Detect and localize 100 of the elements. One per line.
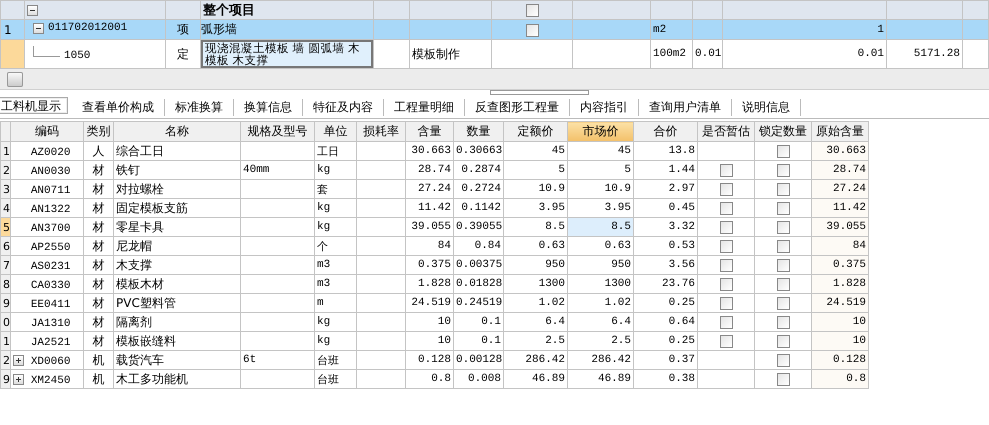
quota-price-cell: 1.02 bbox=[538, 297, 565, 309]
checkbox[interactable] bbox=[776, 221, 790, 234]
quota-price-cell: 950 bbox=[545, 259, 565, 271]
market-price-cell: 10.9 bbox=[604, 183, 631, 195]
content-cell: 28.74 bbox=[418, 164, 451, 176]
checkbox[interactable] bbox=[720, 164, 732, 178]
column-header[interactable]: 规格及型号 bbox=[240, 122, 314, 142]
splitter-handle[interactable] bbox=[490, 90, 589, 95]
total-cell: 3.32 bbox=[668, 221, 695, 233]
tab[interactable]: 说明信息 bbox=[732, 99, 801, 116]
name-cell: 零星卡具 bbox=[116, 220, 164, 234]
checkbox[interactable] bbox=[526, 4, 538, 18]
total-cell: 13.8 bbox=[668, 145, 695, 157]
checkbox[interactable] bbox=[776, 354, 790, 368]
quantity-cell: 0.24519 bbox=[456, 297, 502, 309]
spec-cell: 40mm bbox=[243, 164, 270, 176]
column-header[interactable]: 合价 bbox=[634, 122, 698, 142]
quota-price-cell: 45 bbox=[552, 145, 565, 157]
column-header[interactable]: 市场价 bbox=[568, 122, 634, 142]
total-cell: 0.64 bbox=[668, 316, 695, 328]
column-header[interactable]: 含量 bbox=[406, 122, 454, 142]
quantity-cell: 0.1142 bbox=[461, 202, 501, 214]
column-header[interactable]: 定额价 bbox=[504, 122, 568, 142]
quota-price-cell: 0.63 bbox=[538, 240, 565, 252]
column-header[interactable]: 名称 bbox=[114, 122, 240, 142]
checkbox[interactable] bbox=[720, 183, 732, 196]
checkbox[interactable] bbox=[776, 259, 790, 272]
column-header[interactable]: 损耗率 bbox=[356, 122, 406, 142]
checkbox[interactable] bbox=[720, 335, 732, 348]
checkbox[interactable] bbox=[720, 278, 732, 292]
collapse-icon[interactable] bbox=[33, 22, 44, 34]
tab[interactable]: 内容指引 bbox=[570, 99, 639, 116]
market-price-cell: 2.5 bbox=[611, 335, 631, 347]
checkbox[interactable] bbox=[720, 240, 732, 254]
tab[interactable]: 标准换算 bbox=[165, 99, 234, 116]
code-cell: 1050 bbox=[64, 50, 90, 62]
column-header[interactable]: 类别 bbox=[84, 122, 114, 142]
name-cell: 隔离剂 bbox=[116, 314, 152, 328]
column-header[interactable]: 数量 bbox=[454, 122, 504, 142]
checkbox[interactable] bbox=[776, 278, 790, 292]
expand-icon[interactable] bbox=[13, 355, 24, 366]
code-cell: AP2550 bbox=[30, 242, 70, 254]
quantity-cell: 0.2724 bbox=[461, 183, 501, 195]
column-header[interactable]: 是否暂估 bbox=[698, 122, 754, 142]
category-cell: 材 bbox=[92, 220, 104, 234]
market-price-cell: 950 bbox=[611, 259, 631, 271]
unit-cell: m bbox=[317, 297, 324, 309]
content-cell: 84 bbox=[438, 240, 451, 252]
code-cell: AN0711 bbox=[30, 184, 70, 196]
tab[interactable]: 工料机显示 bbox=[0, 97, 68, 114]
expand-icon[interactable] bbox=[13, 374, 24, 386]
code-cell: AN0030 bbox=[30, 166, 70, 178]
market-price-cell: 45 bbox=[618, 145, 631, 157]
original-content-cell: 0.375 bbox=[832, 259, 866, 271]
total-cell: 0.37 bbox=[668, 354, 695, 366]
tab[interactable]: 查询用户清单 bbox=[639, 99, 732, 116]
checkbox[interactable] bbox=[776, 202, 790, 216]
tab[interactable]: 换算信息 bbox=[234, 99, 303, 116]
tab[interactable]: 查看单价构成 bbox=[72, 99, 165, 116]
checkbox[interactable] bbox=[720, 259, 732, 272]
checkbox[interactable] bbox=[776, 373, 790, 386]
checkbox[interactable] bbox=[776, 316, 790, 330]
grid-row[interactable]: 1 011702012001 项 弧形墙 m2 1 bbox=[0, 20, 988, 40]
quantity-cell: 0.2874 bbox=[461, 164, 501, 176]
checkbox[interactable] bbox=[720, 221, 732, 234]
column-header[interactable]: 单位 bbox=[314, 122, 356, 142]
quantity-cell: 1 bbox=[877, 24, 884, 36]
total-cell: 0.25 bbox=[668, 297, 695, 309]
name-cell: 木工多功能机 bbox=[116, 372, 188, 386]
checkbox[interactable] bbox=[776, 240, 790, 254]
checkbox[interactable] bbox=[776, 297, 790, 310]
row-number: 7 bbox=[0, 256, 10, 274]
scroll-button[interactable] bbox=[7, 72, 23, 86]
original-content-cell: 10 bbox=[852, 335, 866, 347]
collapse-icon[interactable] bbox=[27, 5, 38, 16]
checkbox[interactable] bbox=[776, 335, 790, 348]
checkbox[interactable] bbox=[720, 297, 732, 310]
total-cell: 0.25 bbox=[668, 335, 695, 347]
tab[interactable]: 反查图形工程量 bbox=[465, 99, 570, 116]
column-header[interactable]: 编码 bbox=[10, 122, 84, 142]
tab[interactable]: 工程量明细 bbox=[384, 99, 465, 116]
name-input-field[interactable]: 现浇混凝土模板 墙 圆弧墙 木模板 木支撑 bbox=[202, 40, 372, 68]
name-cell: 模板木材 bbox=[116, 276, 164, 290]
row-number: 9 bbox=[0, 294, 10, 312]
content-cell: 11.42 bbox=[418, 202, 451, 214]
checkbox[interactable] bbox=[776, 164, 790, 178]
checkbox[interactable] bbox=[720, 316, 732, 330]
checkbox[interactable] bbox=[526, 24, 538, 37]
content-cell: 模板制作 bbox=[412, 46, 460, 60]
column-header[interactable]: 锁定数量 bbox=[754, 122, 812, 142]
unit-cell: 100m2 bbox=[653, 48, 686, 60]
quantity-cell: 0.84 bbox=[474, 240, 501, 252]
tab[interactable]: 特征及内容 bbox=[303, 99, 384, 116]
unit-cell: m3 bbox=[317, 278, 330, 290]
code-cell: AN3700 bbox=[30, 222, 70, 234]
checkbox[interactable] bbox=[720, 202, 732, 216]
column-header[interactable]: 原始含量 bbox=[812, 122, 868, 142]
market-price-cell: 0.63 bbox=[604, 240, 631, 252]
checkbox[interactable] bbox=[776, 183, 790, 196]
checkbox[interactable] bbox=[776, 145, 790, 158]
